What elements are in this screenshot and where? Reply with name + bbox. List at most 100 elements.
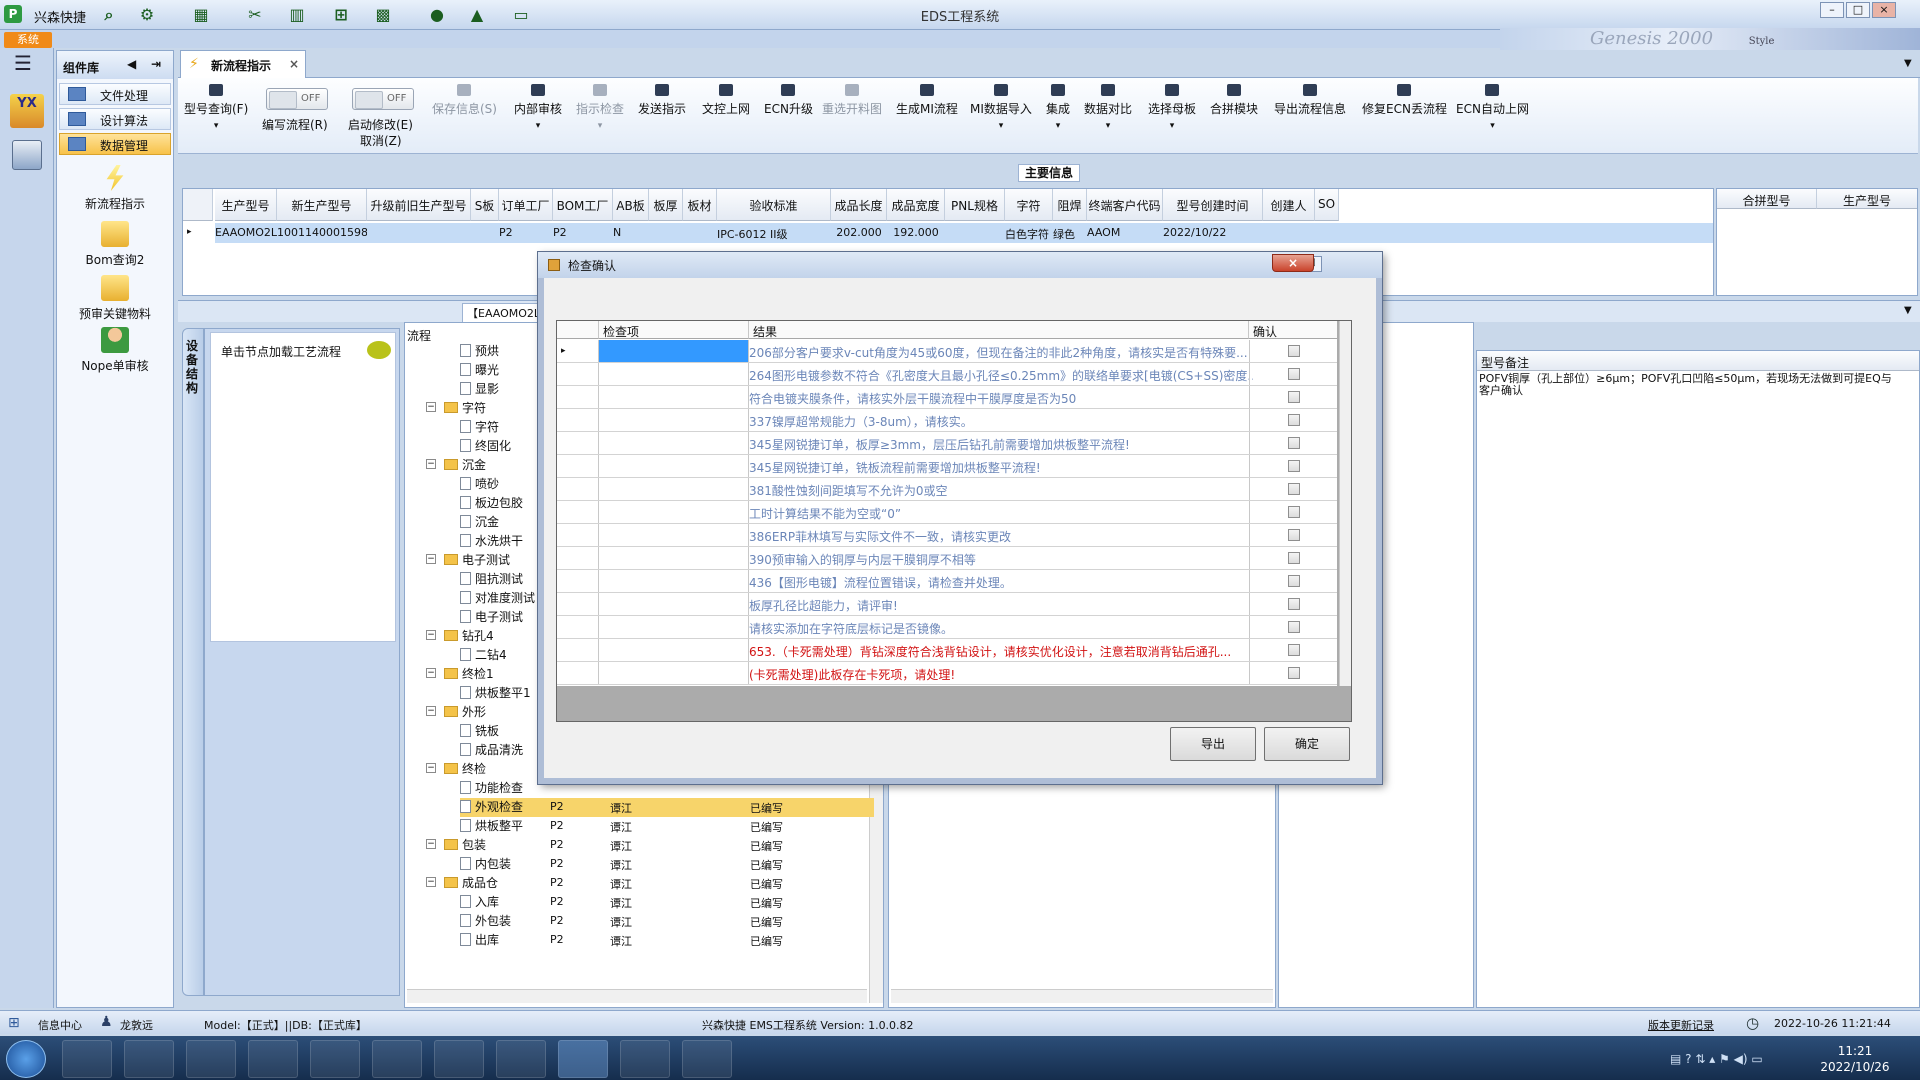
fix-ecn-process-button[interactable]: 修复ECN丢流程 — [1362, 84, 1447, 117]
taskbar-app-notepad[interactable] — [124, 1040, 174, 1078]
detail-horizontal-scrollbar[interactable] — [891, 989, 1273, 1003]
tree-node[interactable]: 出库 P2 谭江 已编写 — [460, 931, 783, 950]
check-item-cell[interactable] — [599, 478, 749, 500]
taskbar-app-eye[interactable] — [310, 1040, 360, 1078]
tree-node[interactable]: 功能检查 — [460, 779, 523, 798]
collapse-toggle-icon[interactable]: − — [426, 668, 436, 678]
tree-node[interactable]: 包装 P2 谭江 已编写 — [444, 836, 783, 855]
row-selector[interactable] — [557, 570, 599, 592]
grid-header[interactable]: BOM工厂 — [553, 189, 613, 221]
grid-header[interactable]: AB板 — [613, 189, 649, 221]
check-result-row[interactable]: 345星网锐捷订单，铣板流程前需要增加烘板整平流程! — [557, 455, 1337, 478]
tree-node[interactable]: 沉金 — [444, 456, 486, 475]
check-result-row[interactable]: 请核实添加在字符底层标记是否镜像。 — [557, 616, 1337, 639]
data-compare-button[interactable]: 数据对比 ▾ — [1084, 84, 1132, 131]
taskbar-app-red[interactable] — [248, 1040, 298, 1078]
grid-cell[interactable]: 白色字符 — [1005, 223, 1053, 243]
row-selector[interactable] — [557, 616, 599, 638]
ecn-auto-online-button[interactable]: ECN自动上网 ▾ — [1456, 84, 1529, 131]
grid-cell[interactable]: P2 — [553, 223, 613, 243]
confirm-checkbox[interactable] — [1288, 667, 1300, 679]
check-item-cell[interactable] — [599, 432, 749, 454]
grid-header[interactable]: SO — [1315, 189, 1339, 221]
check-result-row[interactable]: 386ERP菲林填写与实际文件不一致，请核实更改 — [557, 524, 1337, 547]
tab-new-process-instruction[interactable]: ⚡ 新流程指示 × — [180, 50, 306, 78]
taskbar-app-calculator[interactable] — [620, 1040, 670, 1078]
taskbar-clock[interactable]: 11:21 2022/10/26 — [1800, 1043, 1910, 1075]
confirm-checkbox[interactable] — [1288, 506, 1300, 518]
monitor-icon[interactable]: ▭ — [508, 4, 534, 26]
row-selector[interactable] — [557, 639, 599, 661]
tree-node[interactable]: 显影 — [460, 380, 499, 399]
grid-cell[interactable]: 2022/10/22 — [1163, 223, 1263, 243]
dialog-close-button[interactable]: × — [1272, 254, 1314, 272]
system-menu-tab[interactable]: 系统 — [4, 32, 52, 48]
tree-node[interactable]: 外包装 P2 谭江 已编写 — [460, 912, 783, 931]
check-item-cell[interactable] — [599, 662, 749, 684]
col-result[interactable]: 结果 — [749, 321, 1249, 339]
grid-header[interactable]: 板材 — [683, 189, 717, 221]
check-result-row[interactable]: 板厚孔径比超能力，请评审! — [557, 593, 1337, 616]
collapse-toggle-icon[interactable]: − — [426, 554, 436, 564]
collapse-toggle-icon[interactable]: − — [426, 877, 436, 887]
taskbar-app-x[interactable] — [372, 1040, 422, 1078]
nope-review-item[interactable]: Nope单审核 — [57, 327, 173, 374]
tree-node[interactable]: 喷砂 — [460, 475, 499, 494]
search-icon[interactable]: ⌕ — [96, 4, 122, 26]
grid-header[interactable]: 字符 — [1005, 189, 1053, 221]
grid-header[interactable]: 新生产型号 — [277, 189, 367, 221]
check-item-cell[interactable] — [599, 455, 749, 477]
confirm-checkbox[interactable] — [1288, 391, 1300, 403]
tree-node[interactable]: 终检 — [444, 760, 486, 779]
tree-horizontal-scrollbar[interactable] — [407, 989, 867, 1003]
check-result-row[interactable]: 工时计算结果不能为空或“0” — [557, 501, 1337, 524]
row-selector[interactable] — [557, 363, 599, 385]
chevron-down-icon[interactable]: ▼ — [1904, 305, 1912, 316]
instruction-check-button[interactable]: 指示检查 ▾ — [576, 84, 624, 131]
collapse-toggle-icon[interactable]: − — [426, 630, 436, 640]
taskbar-app-word[interactable] — [496, 1040, 546, 1078]
save-info-button[interactable]: 保存信息(S) — [432, 84, 497, 117]
start-button[interactable] — [6, 1040, 46, 1078]
tree-node[interactable]: 终固化 — [460, 437, 511, 456]
check-item-cell[interactable] — [599, 340, 749, 362]
mi-data-import-button[interactable]: MI数据导入 ▾ — [970, 84, 1032, 131]
dialog-grid-scrollbar[interactable] — [1339, 321, 1351, 686]
grid-cell[interactable]: P2 — [499, 223, 553, 243]
internal-review-button[interactable]: 内部审核 ▾ — [514, 84, 562, 131]
check-result-row[interactable]: 436【图形电镀】流程位置错误，请检查并处理。 — [557, 570, 1337, 593]
tree-node[interactable]: 终检1 — [444, 665, 494, 684]
collapse-toggle-icon[interactable]: − — [426, 402, 436, 412]
confirm-checkbox[interactable] — [1288, 368, 1300, 380]
taskbar-app-arrow[interactable] — [682, 1040, 732, 1078]
confirm-checkbox[interactable] — [1288, 621, 1300, 633]
grid-cell[interactable] — [1315, 223, 1339, 243]
chart-icon[interactable]: ▲ — [464, 4, 490, 26]
taskbar-app-eds[interactable] — [558, 1040, 608, 1078]
row-selector[interactable] — [557, 593, 599, 615]
menu-icon[interactable]: ☰ — [14, 53, 38, 74]
grid-cell[interactable] — [367, 223, 471, 243]
check-item-cell[interactable] — [599, 570, 749, 592]
update-log-link[interactable]: 版本更新记录 — [1648, 1017, 1714, 1033]
grid-cell[interactable]: 202.000 — [831, 223, 887, 243]
ecn-upgrade-button[interactable]: ECN升级 — [764, 84, 813, 117]
confirm-checkbox[interactable] — [1288, 529, 1300, 541]
sidebar-item-design-algorithm[interactable]: 设计算法 — [59, 108, 171, 130]
tree-node[interactable]: 烘板整平1 — [460, 684, 531, 703]
check-result-row[interactable]: 264图形电镀参数不符合《孔密度大且最小孔径≤0.25mm》的联络单要求[电镀(… — [557, 363, 1337, 386]
grid-cell[interactable]: EAAOMO2LAO — [215, 223, 277, 243]
pre-review-material-item[interactable]: 预审关键物料 — [57, 275, 173, 322]
tree-node[interactable]: 入库 P2 谭江 已编写 — [460, 893, 783, 912]
matrix-icon[interactable]: ▩ — [370, 4, 396, 26]
windows-grid-icon[interactable]: ⊞ — [8, 1015, 26, 1031]
grid-header[interactable]: 终端客户代码 — [1087, 189, 1163, 221]
confirm-checkbox[interactable] — [1288, 598, 1300, 610]
row-selector[interactable] — [557, 547, 599, 569]
tools-icon[interactable]: ✂ — [242, 4, 268, 26]
grid-cell[interactable]: 绿色 — [1053, 223, 1087, 243]
grid-header[interactable]: 阻焊 — [1053, 189, 1087, 221]
grid-cell[interactable]: 10011400015985 — [277, 223, 367, 243]
close-button[interactable]: × — [1872, 2, 1896, 18]
device-structure-tab[interactable]: 设备结构 — [182, 328, 204, 996]
